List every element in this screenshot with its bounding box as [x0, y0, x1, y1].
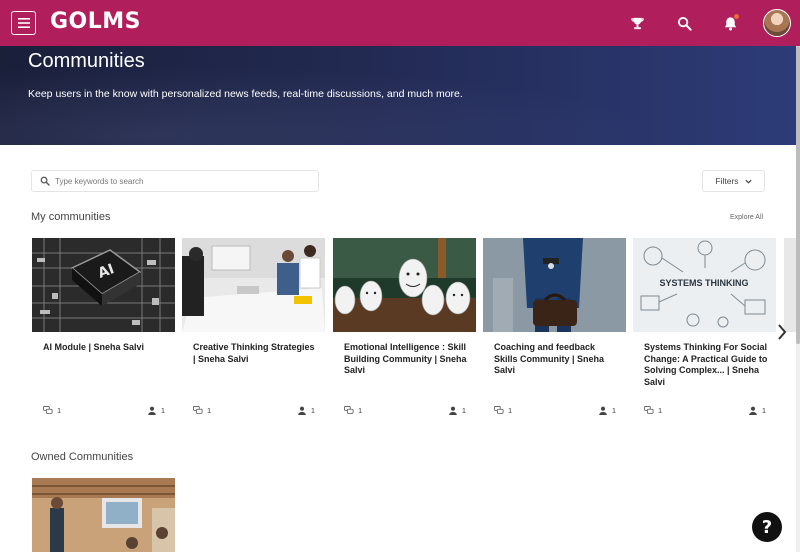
- members-count: 1: [748, 406, 766, 415]
- discussions-count: 1: [193, 406, 211, 415]
- filters-label: Filters: [715, 176, 739, 186]
- community-card[interactable]: AI AI Module | Sneha Salvi 1 1: [32, 238, 175, 424]
- search-input[interactable]: [55, 176, 305, 186]
- egg-faces-image: [333, 238, 476, 332]
- chevron-right-icon: [778, 324, 787, 340]
- help-button[interactable]: ?: [752, 512, 782, 542]
- menu-icon: [17, 18, 30, 28]
- user-icon: [599, 406, 607, 415]
- search-icon: [40, 176, 50, 186]
- chat-icon: [644, 406, 654, 414]
- logo[interactable]: GOLMS: [50, 9, 141, 34]
- card-title[interactable]: Emotional Intelligence : Skill Building …: [344, 342, 470, 377]
- search-button[interactable]: [675, 14, 693, 32]
- user-icon: [298, 406, 306, 415]
- page-title: Communities: [28, 50, 145, 72]
- explore-all-link[interactable]: Explore All: [730, 214, 763, 221]
- members-count: 1: [297, 406, 315, 415]
- my-communities-title: My communities: [31, 211, 111, 223]
- owned-communities-title: Owned Communities: [31, 451, 134, 463]
- user-icon: [449, 406, 457, 415]
- discussions-count: 1: [644, 406, 662, 415]
- systems-thinking-image: SYSTEMS THINKING: [633, 238, 776, 332]
- members-count: 1: [448, 406, 466, 415]
- community-card[interactable]: SYSTEMS THINKING Systems Thinking For So…: [633, 238, 776, 424]
- search-icon: [677, 16, 692, 31]
- search-field[interactable]: [31, 170, 319, 192]
- owned-community-card[interactable]: [32, 478, 175, 552]
- avatar[interactable]: [763, 9, 791, 37]
- page-subtitle: Keep users in the know with personalized…: [28, 88, 463, 100]
- community-card[interactable]: Emotional Intelligence : Skill Building …: [333, 238, 476, 424]
- chevron-down-icon: [745, 179, 752, 184]
- community-card[interactable]: Creative Thinking Strategies | Sneha Sal…: [182, 238, 325, 424]
- presentation-room-image: [32, 478, 175, 552]
- top-bar: GOLMS: [0, 0, 800, 46]
- members-count: 1: [147, 406, 165, 415]
- filters-button[interactable]: Filters: [702, 170, 765, 192]
- hero-banner: Communities Keep users in the know with …: [0, 46, 796, 145]
- user-icon: [148, 406, 156, 415]
- chat-icon: [344, 406, 354, 414]
- businessman-briefcase-image: [483, 238, 626, 332]
- discussions-count: 1: [344, 406, 362, 415]
- card-title[interactable]: AI Module | Sneha Salvi: [43, 342, 169, 354]
- image-caption: SYSTEMS THINKING: [659, 278, 748, 288]
- card-title[interactable]: Coaching and feedback Skills Community |…: [494, 342, 620, 377]
- notifications-button[interactable]: [721, 14, 739, 32]
- discussions-count: 1: [43, 406, 61, 415]
- meeting-room-image: [182, 238, 325, 332]
- community-card-partial[interactable]: [784, 238, 796, 332]
- discussions-count: 1: [494, 406, 512, 415]
- ai-chip-image: AI: [32, 238, 175, 332]
- menu-button[interactable]: [11, 11, 36, 35]
- scrollbar-thumb[interactable]: [796, 46, 800, 344]
- chat-icon: [193, 406, 203, 414]
- leaderboard-button[interactable]: [628, 14, 646, 32]
- card-title[interactable]: Creative Thinking Strategies | Sneha Sal…: [193, 342, 319, 365]
- community-card[interactable]: Coaching and feedback Skills Community |…: [483, 238, 626, 424]
- chat-icon: [494, 406, 504, 414]
- trophy-icon: [630, 17, 644, 29]
- card-title[interactable]: Systems Thinking For Social Change: A Pr…: [644, 342, 770, 388]
- user-icon: [749, 406, 757, 415]
- chat-icon: [43, 406, 53, 414]
- notification-badge: [734, 14, 739, 19]
- carousel-next-button[interactable]: [775, 322, 789, 342]
- members-count: 1: [598, 406, 616, 415]
